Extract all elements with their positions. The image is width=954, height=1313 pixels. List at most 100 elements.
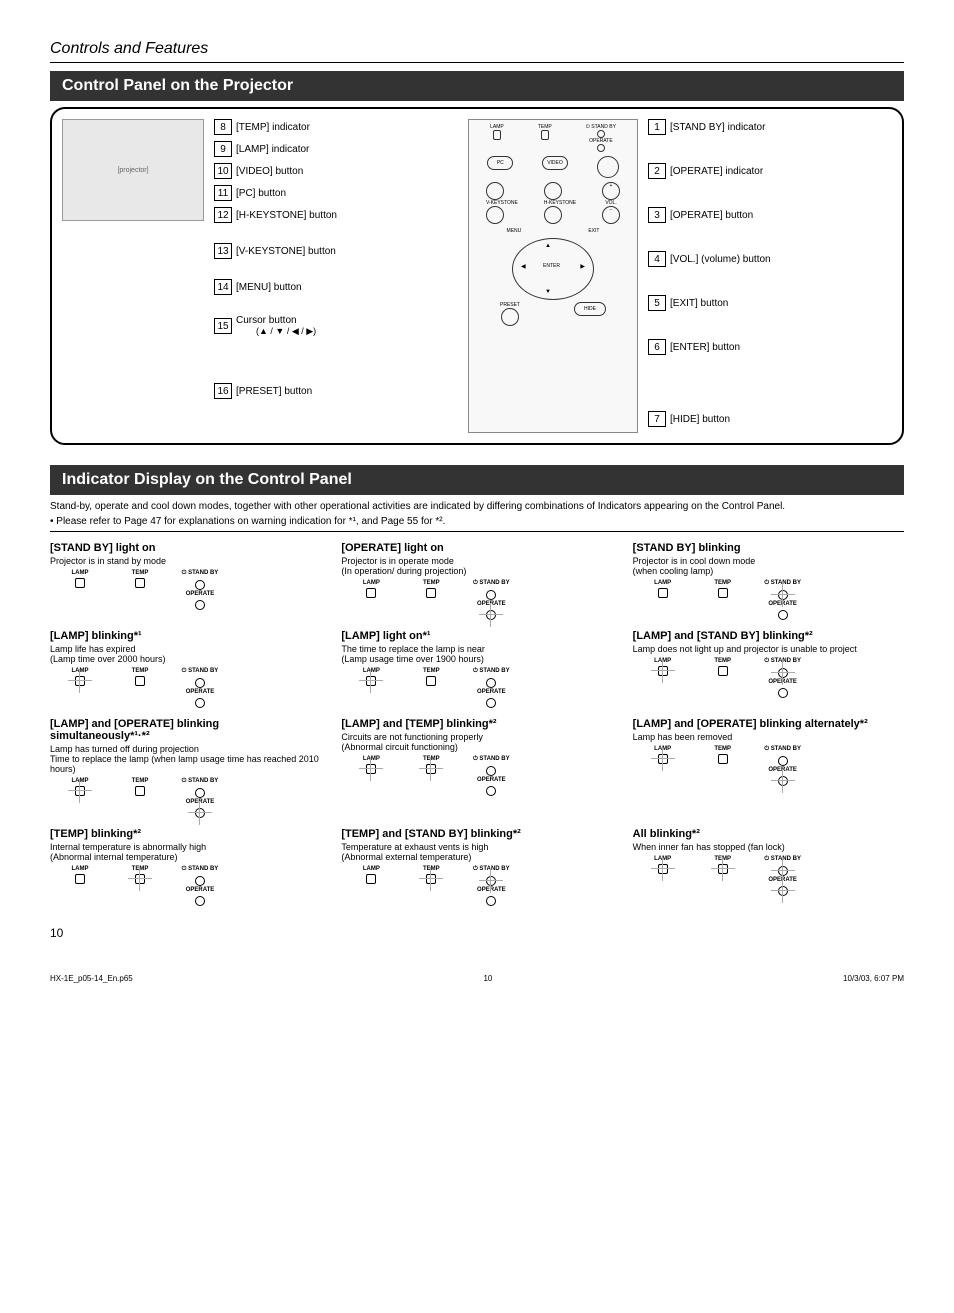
standby-operate-led: ⏻ STAND BY OPERATE	[763, 658, 803, 698]
label-row: 9 [LAMP] indicator	[214, 141, 458, 157]
temp-led: TEMP	[120, 778, 160, 818]
indicator-block: [STAND BY] blinking Projector is in cool…	[633, 542, 904, 620]
callout-text: Cursor button(▲ / ▼ / ◀ / ▶)	[236, 315, 316, 337]
led-row: LAMP TEMP ⏻ STAND BY OPERATE	[643, 856, 904, 896]
callout-number: 12	[214, 207, 232, 223]
label-row: 4 [VOL.] (volume) button	[648, 251, 892, 267]
temp-led: TEMP	[411, 580, 451, 620]
indicator-title: [TEMP] and [STAND BY] blinking*²	[341, 828, 612, 840]
indicator-desc: When inner fan has stopped (fan lock)	[633, 842, 904, 852]
lamp-led: LAMP	[60, 866, 100, 906]
callout-number: 5	[648, 295, 666, 311]
indicator-desc: Circuits are not functioning properly(Ab…	[341, 732, 612, 752]
callout-text: [H-KEYSTONE] button	[236, 210, 337, 221]
indicator-desc: Projector is in cool down mode(when cool…	[633, 556, 904, 576]
lamp-led: LAMP	[60, 570, 100, 610]
standby-operate-led: ⏻ STAND BY OPERATE	[180, 866, 220, 906]
indicator-block: [TEMP] and [STAND BY] blinking*² Tempera…	[341, 828, 612, 906]
indicator-block: [TEMP] blinking*² Internal temperature i…	[50, 828, 321, 906]
led-row: LAMP TEMP ⏻ STAND BY OPERATE	[60, 668, 321, 708]
section1-title: Control Panel on the Projector	[50, 71, 904, 101]
temp-led: TEMP	[411, 756, 451, 796]
left-label-column: 8[TEMP] indicator 9 [LAMP] indicator 10 [VID…	[214, 119, 458, 433]
callout-text: [V-KEYSTONE] button	[236, 246, 336, 257]
intro-text-2: • Please refer to Page 47 for explanatio…	[50, 516, 904, 532]
indicator-block: All blinking*² When inner fan has stoppe…	[633, 828, 904, 906]
callout-number: 7	[648, 411, 666, 427]
label-row: 8[TEMP] indicator	[214, 119, 458, 135]
lamp-led: LAMP	[643, 658, 683, 698]
callout-number: 16	[214, 383, 232, 399]
control-panel-face: LAMP TEMP ⏻ STAND BYOPERATE PC VIDEO V-K…	[468, 119, 638, 433]
temp-led: TEMP	[703, 856, 743, 896]
led-row: LAMP TEMP ⏻ STAND BY OPERATE	[643, 658, 904, 698]
callout-number: 4	[648, 251, 666, 267]
indicator-title: [LAMP] light on*¹	[341, 630, 612, 642]
lamp-led: LAMP	[351, 866, 391, 906]
standby-operate-led: ⏻ STAND BY OPERATE	[180, 668, 220, 708]
standby-operate-led: ⏻ STAND BY OPERATE	[763, 746, 803, 786]
callout-text: [EXIT] button	[670, 298, 728, 309]
indicator-block: [LAMP] blinking*¹ Lamp life has expired(…	[50, 630, 321, 708]
callout-number: 10	[214, 163, 232, 179]
indicator-desc: Lamp has turned off during projectionTim…	[50, 744, 321, 774]
standby-operate-led: ⏻ STAND BY OPERATE	[763, 856, 803, 896]
standby-operate-led: ⏻ STAND BY OPERATE	[471, 756, 511, 796]
led-row: LAMP TEMP ⏻ STAND BY OPERATE	[351, 580, 612, 620]
led-row: LAMP TEMP ⏻ STAND BY OPERATE	[351, 668, 612, 708]
intro-text-1: Stand-by, operate and cool down modes, t…	[50, 501, 904, 512]
label-row: 6 [ENTER] button	[648, 339, 892, 355]
led-row: LAMP TEMP ⏻ STAND BY OPERATE	[351, 866, 612, 906]
temp-led: TEMP	[703, 580, 743, 620]
lamp-led: LAMP	[60, 668, 100, 708]
callout-text: [VOL.] (volume) button	[670, 254, 771, 265]
callout-text: [VIDEO] button	[236, 166, 303, 177]
footer-file: HX-1E_p05-14_En.p65	[50, 974, 133, 983]
indicator-title: [LAMP] and [OPERATE] blinking alternatel…	[633, 718, 904, 730]
projector-illustration: [projector]	[62, 119, 204, 221]
control-panel-diagram: [projector] 8[TEMP] indicator 9 [LAMP] ind…	[50, 107, 904, 445]
indicator-desc: Lamp life has expired(Lamp time over 200…	[50, 644, 321, 664]
label-row: 2[OPERATE] indicator	[648, 163, 892, 179]
indicator-title: [LAMP] and [STAND BY] blinking*²	[633, 630, 904, 642]
standby-operate-led: ⏻ STAND BY OPERATE	[180, 570, 220, 610]
standby-operate-led: ⏻ STAND BY OPERATE	[471, 668, 511, 708]
callout-text: [PC] button	[236, 188, 286, 199]
callout-number: 9	[214, 141, 232, 157]
callout-text: [PRESET] button	[236, 386, 312, 397]
callout-number: 1	[648, 119, 666, 135]
indicator-block: [OPERATE] light on Projector is in opera…	[341, 542, 612, 620]
lamp-led: LAMP	[351, 756, 391, 796]
lamp-led: LAMP	[351, 580, 391, 620]
lamp-led: LAMP	[60, 778, 100, 818]
label-row: 13 [V-KEYSTONE] button	[214, 243, 458, 259]
led-row: LAMP TEMP ⏻ STAND BY OPERATE	[351, 756, 612, 796]
callout-number: 6	[648, 339, 666, 355]
temp-led: TEMP	[120, 866, 160, 906]
label-row: 7[HIDE] button	[648, 411, 892, 427]
callout-number: 2	[648, 163, 666, 179]
temp-led: TEMP	[411, 668, 451, 708]
label-row: 1[STAND BY] indicator	[648, 119, 892, 135]
temp-led: TEMP	[120, 570, 160, 610]
footer: HX-1E_p05-14_En.p65 10 10/3/03, 6:07 PM	[50, 970, 904, 983]
indicator-block: [LAMP] and [TEMP] blinking*² Circuits ar…	[341, 718, 612, 818]
indicator-title: [TEMP] blinking*²	[50, 828, 321, 840]
callout-number: 14	[214, 279, 232, 295]
right-label-column: 1[STAND BY] indicator 2[OPERATE] indicato…	[648, 119, 892, 433]
callout-text: [OPERATE] button	[670, 210, 753, 221]
temp-led: TEMP	[703, 658, 743, 698]
indicator-desc: Temperature at exhaust vents is high(Abn…	[341, 842, 612, 862]
callout-number: 13	[214, 243, 232, 259]
label-row: 10 [VIDEO] button	[214, 163, 458, 179]
label-row: 15Cursor button(▲ / ▼ / ◀ / ▶)	[214, 315, 458, 337]
callout-text: [ENTER] button	[670, 342, 740, 353]
callout-text: [LAMP] indicator	[236, 144, 309, 155]
standby-operate-led: ⏻ STAND BY OPERATE	[180, 778, 220, 818]
led-row: LAMP TEMP ⏻ STAND BY OPERATE	[60, 570, 321, 610]
indicator-title: [LAMP] and [TEMP] blinking*²	[341, 718, 612, 730]
section-header: Controls and Features	[50, 40, 904, 63]
standby-operate-led: ⏻ STAND BY OPERATE	[471, 580, 511, 620]
callout-number: 3	[648, 207, 666, 223]
indicator-desc: Lamp has been removed	[633, 732, 904, 742]
